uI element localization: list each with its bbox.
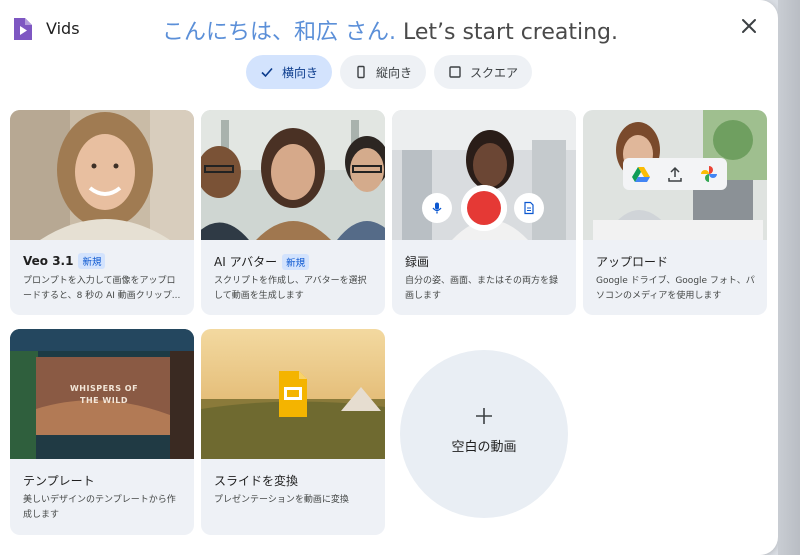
template-title-text: テンプレート	[23, 474, 95, 488]
new-badge: 新規	[78, 253, 106, 269]
microphone-icon	[432, 202, 442, 214]
app-name: Vids	[46, 19, 80, 38]
upload-icon[interactable]	[668, 166, 682, 182]
orientation-portrait-chip[interactable]: 縦向き	[340, 55, 427, 89]
google-photos-icon[interactable]	[700, 165, 718, 183]
orientation-square-chip[interactable]: スクエア	[434, 55, 533, 89]
orientation-landscape-label: 横向き	[282, 65, 319, 80]
card-record[interactable]: 録画 自分の姿、画面、またはその両方を録画します	[392, 110, 576, 315]
create-video-dialog: Vids こんにちは、和広 さん. Let’s start creating. …	[0, 0, 778, 555]
card-ai-avatar-title: AI アバター 新規	[214, 253, 310, 270]
document-icon	[524, 201, 534, 215]
close-icon[interactable]	[738, 15, 760, 37]
record-title-text: 録画	[405, 255, 430, 269]
card-ai-avatar[interactable]: AI アバター 新規 スクリプトを作成し、アバターを選択して動画を生成します	[201, 110, 385, 315]
background-overlay	[778, 0, 800, 555]
google-drive-icon[interactable]	[632, 166, 650, 182]
upload-source-bar	[623, 158, 727, 190]
ai-avatar-thumbnail	[201, 110, 385, 240]
script-button[interactable]	[514, 193, 544, 223]
record-dot-icon	[467, 191, 501, 225]
new-badge: 新規	[282, 253, 310, 270]
card-upload-title: アップロード	[596, 253, 668, 270]
greeting: こんにちは、和広 さん. Let’s start creating.	[162, 14, 618, 46]
card-veo-title: Veo 3.1 新規	[23, 253, 106, 269]
template-thumb-text: WHISPERS OF THE WILD	[69, 384, 139, 405]
portrait-frame-icon	[354, 65, 368, 79]
veo-title-text: Veo 3.1	[23, 254, 74, 268]
orientation-portrait-label: 縦向き	[376, 65, 413, 80]
record-button[interactable]	[461, 185, 507, 231]
card-template-title: テンプレート	[23, 472, 95, 489]
orientation-square-label: スクエア	[470, 65, 519, 80]
card-slides-desc: プレゼンテーションを動画に変換	[214, 495, 349, 505]
vids-logo-icon	[14, 18, 32, 40]
card-ai-avatar-desc: スクリプトを作成し、アバターを選択して動画を生成します	[214, 276, 367, 301]
slides-title-text: スライドを変換	[214, 474, 299, 488]
card-upload-desc: Google ドライブ、Google フォト、パソコンのメディアを使用します	[596, 276, 755, 301]
card-slides-title: スライドを変換	[214, 472, 298, 489]
card-veo[interactable]: Veo 3.1 新規 プロンプトを入力して画像をアップロードすると、8 秒の A…	[10, 110, 194, 315]
greeting-name: こんにちは、和広 さん.	[162, 20, 396, 45]
blank-video-label: 空白の動画	[451, 440, 517, 455]
card-template-desc: 美しいデザインのテンプレートから作成します	[23, 495, 176, 520]
check-icon	[260, 65, 274, 79]
card-upload[interactable]: アップロード Google ドライブ、Google フォト、パソコンのメディアを…	[583, 110, 767, 315]
greeting-tail: Let’s start creating.	[396, 20, 619, 45]
card-record-title: 録画	[405, 253, 429, 270]
microphone-button[interactable]	[422, 193, 452, 223]
orientation-landscape-chip[interactable]: 横向き	[246, 55, 333, 89]
card-veo-desc: プロンプトを入力して画像をアップロードすると、8 秒の AI 動画クリップ...	[23, 276, 181, 301]
card-template[interactable]: WHISPERS OF THE WILD テンプレート 美しいデザインのテンプレ…	[10, 329, 194, 535]
plus-icon	[476, 408, 492, 424]
slides-thumbnail	[201, 329, 385, 459]
square-frame-icon	[448, 65, 462, 79]
card-slides[interactable]: スライドを変換 プレゼンテーションを動画に変換	[201, 329, 385, 535]
card-record-desc: 自分の姿、画面、またはその両方を録画します	[405, 276, 559, 301]
ai-avatar-title-text: AI アバター	[214, 255, 278, 269]
orientation-selector: 横向き 縦向き スクエア	[246, 55, 533, 89]
upload-title-text: アップロード	[596, 255, 669, 269]
veo-thumbnail	[10, 110, 194, 240]
blank-video-button[interactable]: 空白の動画	[400, 350, 568, 518]
